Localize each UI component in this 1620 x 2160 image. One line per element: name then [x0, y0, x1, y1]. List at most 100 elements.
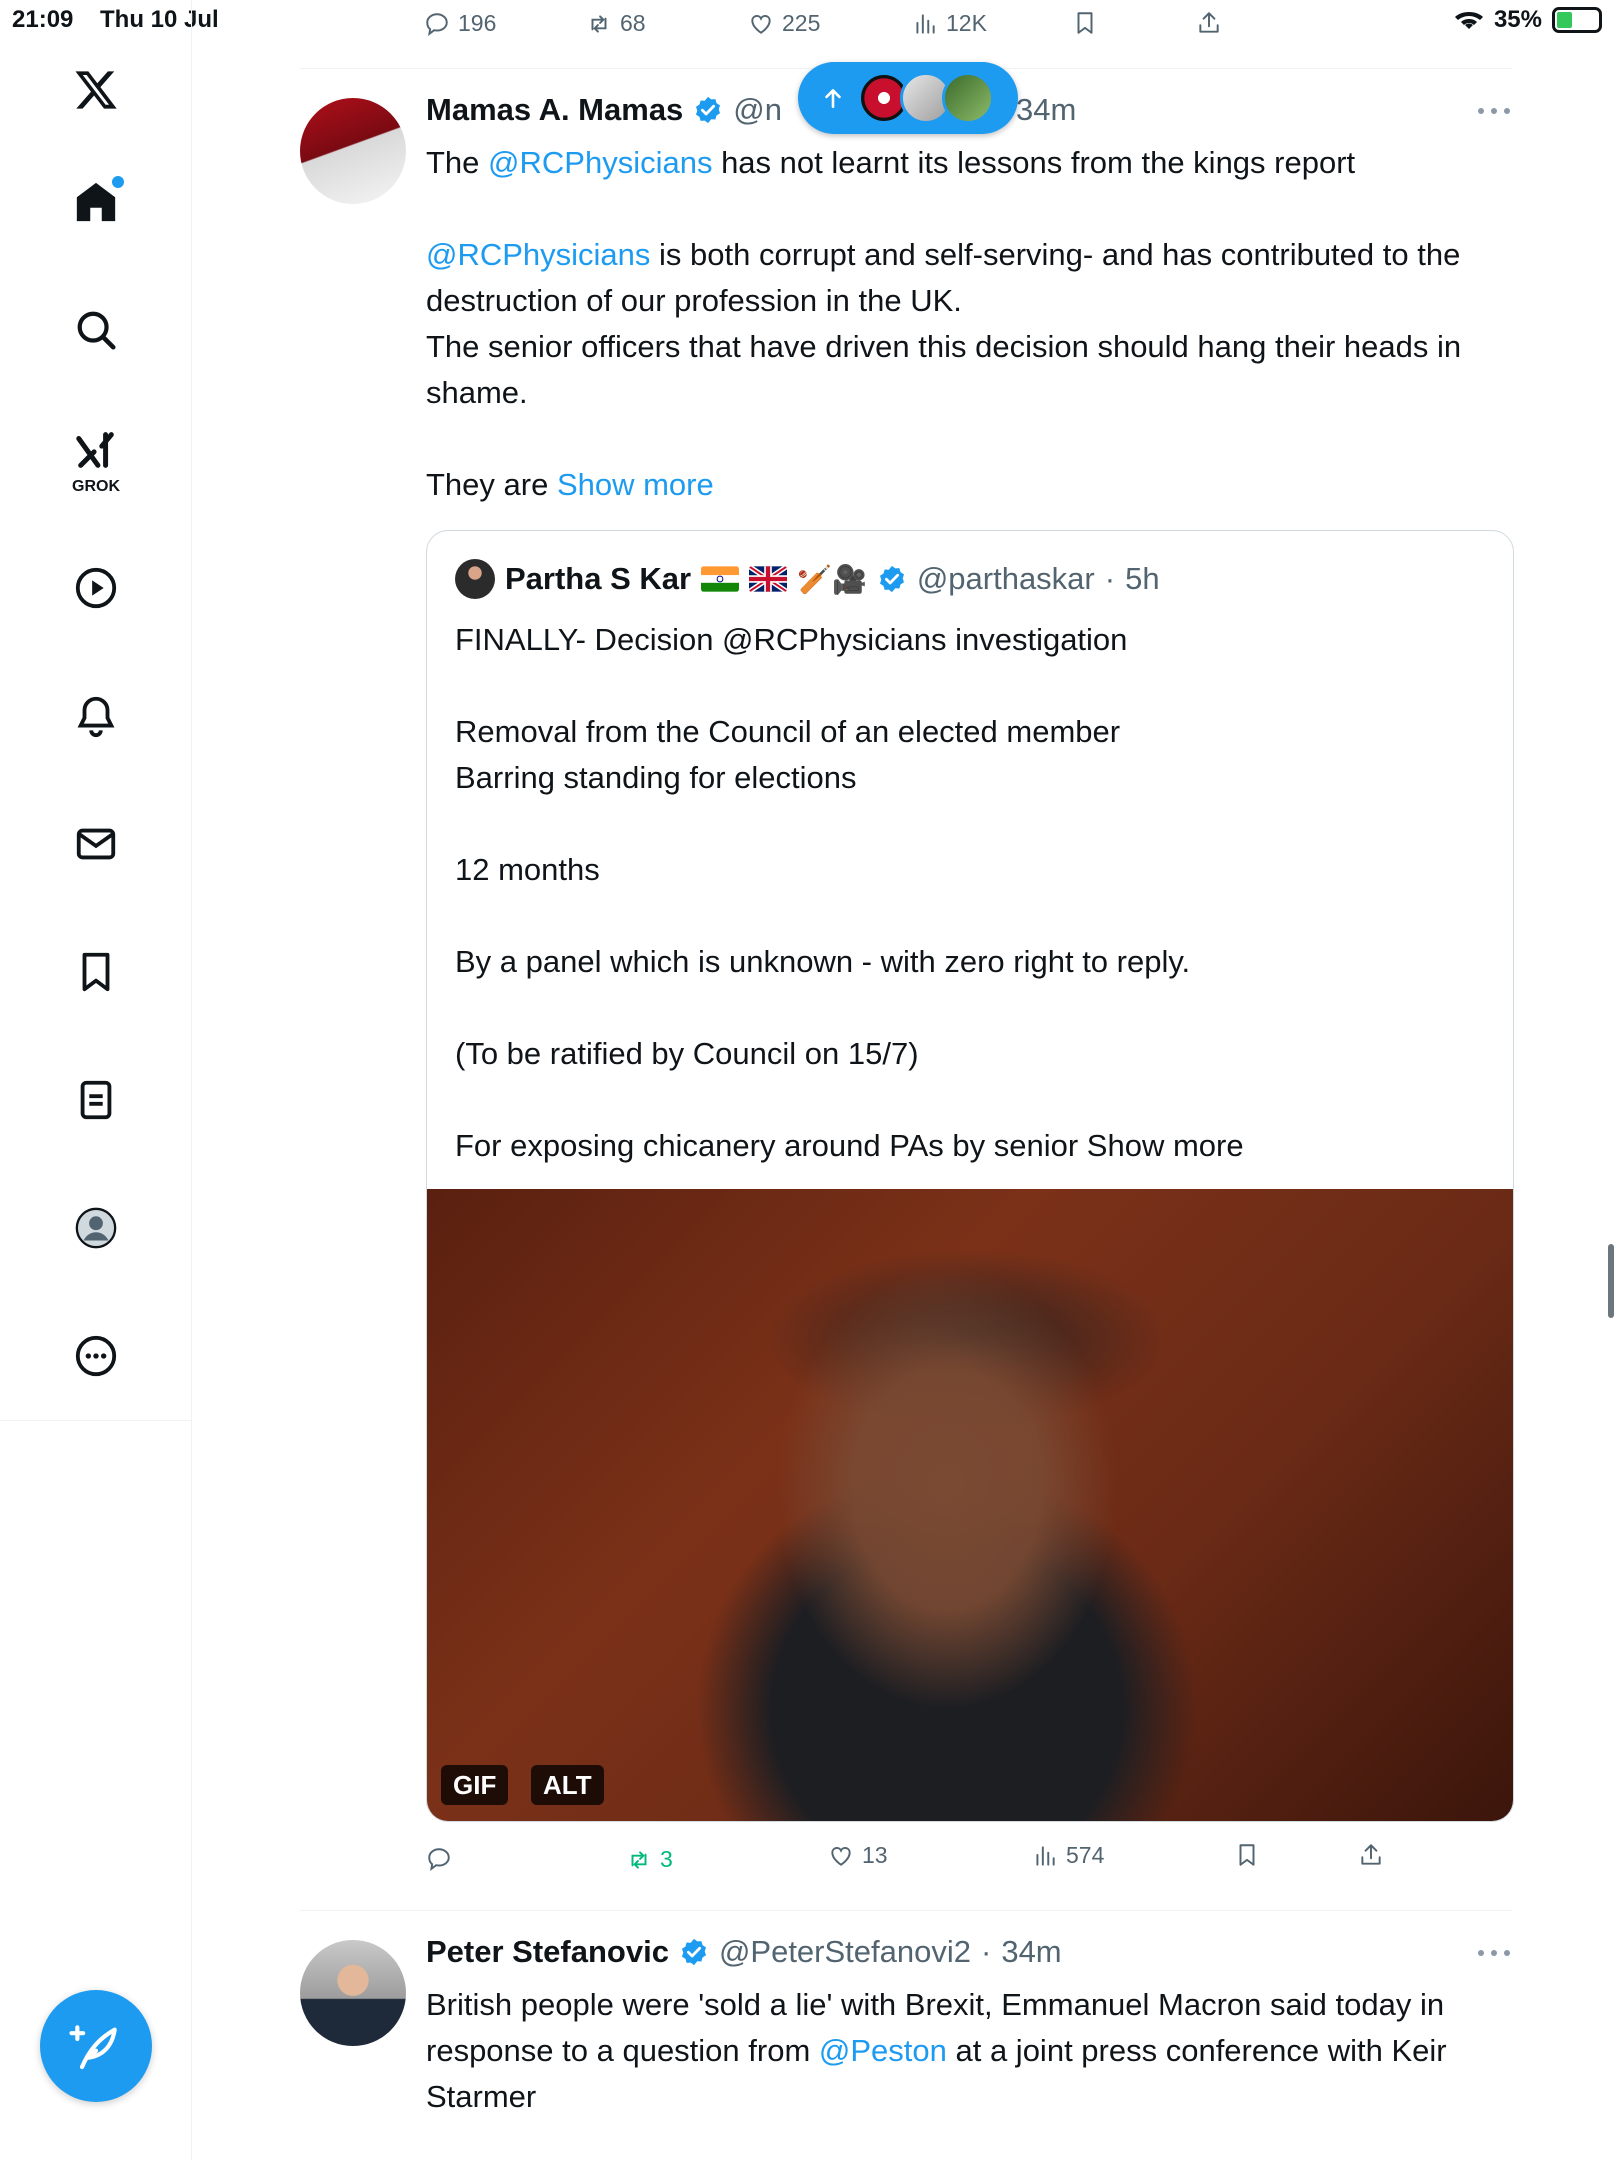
quote-text: FINALLY- Decision @RCPhysicians investig… [455, 622, 1244, 1163]
sidebar-item-search[interactable] [62, 296, 130, 364]
dot-separator: · [1104, 561, 1116, 596]
repost-icon [631, 1850, 647, 1869]
show-more-link[interactable]: Show more [557, 467, 714, 502]
scrollbar-thumb[interactable] [1608, 1244, 1614, 1318]
sidebar-item-notifications[interactable] [62, 682, 130, 750]
author-handle[interactable]: @n [733, 92, 782, 128]
tweet-timestamp[interactable]: 34m [1001, 1934, 1061, 1970]
alt-badge[interactable]: ALT [531, 1765, 604, 1805]
views-chart-icon [916, 13, 935, 34]
x-logo-icon[interactable] [62, 56, 130, 124]
repost-count: 3 [660, 1846, 673, 1872]
profile-icon [75, 1207, 117, 1249]
sidebar-item-more[interactable] [62, 1322, 130, 1390]
verified-badge-icon [681, 1938, 706, 1966]
tweet-header: Peter Stefanovic @PeterStefanovi2 · 34m [426, 1934, 1062, 1970]
compose-post-button[interactable] [40, 1990, 152, 2102]
bookmark-icon [82, 952, 110, 992]
sidebar-item-messages[interactable] [62, 810, 130, 878]
tweet-time[interactable]: 34m [1016, 92, 1076, 128]
tweet-timestamp[interactable]: 34m [1016, 92, 1076, 128]
bookmark-button[interactable] [1234, 1842, 1260, 1868]
quote-timestamp[interactable]: 5h [1125, 561, 1159, 597]
home-icon [76, 182, 116, 222]
reply-count: 196 [458, 10, 497, 36]
tweet-more-button[interactable] [1478, 1950, 1510, 1962]
views-count: 12K [946, 10, 987, 36]
verified-badge-icon [879, 565, 904, 593]
mention-link[interactable]: @RCPhysicians [488, 145, 712, 180]
wifi-icon [1454, 12, 1483, 29]
tweet-header: Mamas A. Mamas @n [426, 92, 782, 128]
mail-icon [76, 828, 116, 860]
sidebar-item-videos[interactable] [62, 554, 130, 622]
author-handle[interactable]: @PeterStefanovi2 [719, 1934, 971, 1970]
tweet-body: The @RCPhysicians has not learnt its les… [426, 140, 1516, 508]
repost-count: 68 [620, 10, 646, 36]
arrow-up-icon [825, 89, 841, 108]
share-button[interactable] [1358, 1842, 1384, 1868]
compose-feather-icon [69, 2025, 117, 2070]
views-button[interactable]: 574 [1032, 1842, 1104, 1869]
repost-button[interactable]: 3 [626, 1846, 673, 1873]
heart-icon [831, 1846, 851, 1866]
mention-link[interactable]: @RCPhysicians [426, 237, 650, 272]
quoted-tweet[interactable]: Partha S Kar 🏏🎥 @parthaskar · 5h FINALLY… [426, 530, 1514, 1822]
repost-icon [591, 14, 607, 33]
reply-icon [426, 12, 448, 36]
quote-author-name[interactable]: Partha S Kar [505, 561, 691, 597]
like-button[interactable]: 13 [828, 1842, 888, 1869]
bookmark-icon [1077, 12, 1093, 34]
gif-badge: GIF [441, 1765, 509, 1805]
share-button[interactable] [1196, 10, 1222, 36]
like-button[interactable]: 225 [748, 10, 820, 37]
cricket-camera-emoji: 🏏🎥 [797, 563, 867, 595]
status-indicators: 35% [1454, 6, 1602, 34]
avatar[interactable] [300, 1940, 406, 2046]
sidebar-item-home[interactable] [62, 168, 130, 236]
battery-percent: 35% [1493, 6, 1542, 33]
sidebar-divider [0, 1420, 192, 1421]
tweet-more-button[interactable] [1478, 108, 1510, 120]
search-icon [77, 311, 116, 350]
tweet-separator [300, 1910, 1512, 1911]
tweet-text: They are [426, 467, 557, 502]
share-icon [1361, 1844, 1381, 1865]
sidebar-item-grok[interactable] [62, 416, 130, 484]
reply-button[interactable]: 196 [424, 10, 496, 37]
more-circle-icon [75, 1335, 117, 1377]
views-button[interactable]: 12K [912, 10, 987, 37]
sidebar-item-bookmarks[interactable] [62, 938, 130, 1006]
quote-gif-media[interactable]: GIF ALT [427, 1189, 1513, 1821]
quote-header: Partha S Kar 🏏🎥 @parthaskar · 5h [455, 559, 1160, 599]
tweet-text: The senior officers that have driven thi… [426, 329, 1462, 410]
views-count: 574 [1066, 1842, 1105, 1868]
verified-badge-icon [696, 96, 721, 124]
share-icon [1199, 12, 1219, 33]
like-count: 225 [782, 10, 821, 36]
tweet-text: The [426, 145, 489, 180]
repost-button[interactable]: 68 [586, 10, 646, 37]
author-name[interactable]: Mamas A. Mamas [426, 92, 683, 128]
avatar[interactable] [300, 98, 406, 204]
sidebar-item-lists[interactable] [62, 1066, 130, 1134]
quote-author-handle[interactable]: @parthaskar [917, 561, 1095, 597]
home-notification-dot [112, 176, 124, 188]
reply-button[interactable] [426, 1846, 452, 1872]
battery-icon [1552, 7, 1602, 33]
heart-icon [751, 14, 771, 34]
bookmark-icon [1239, 1844, 1255, 1866]
sidebar-item-profile[interactable] [62, 1194, 130, 1262]
new-posts-pill[interactable] [798, 62, 1018, 134]
author-name[interactable]: Peter Stefanovic [426, 1934, 669, 1970]
bookmark-button[interactable] [1072, 10, 1098, 36]
quote-avatar[interactable] [455, 559, 495, 599]
tweet-body: British people were 'sold a lie' with Br… [426, 1982, 1516, 2120]
sidebar: GROK [0, 0, 192, 2160]
mention-link[interactable]: @Peston [819, 2033, 947, 2068]
uk-flag-icon [749, 566, 788, 592]
reply-icon [428, 1848, 450, 1871]
pill-avatar [942, 72, 994, 124]
grok-label: GROK [72, 478, 120, 495]
like-count: 13 [862, 1842, 888, 1868]
